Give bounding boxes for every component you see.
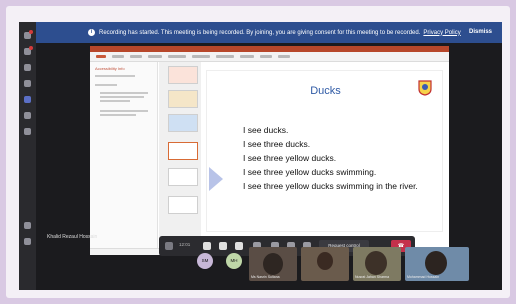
comment-line bbox=[100, 96, 144, 98]
school-logo-icon bbox=[418, 80, 432, 96]
slide-thumbnail[interactable] bbox=[168, 196, 198, 214]
calls-icon[interactable] bbox=[24, 112, 31, 119]
info-icon: i bbox=[88, 29, 95, 36]
comment-line bbox=[100, 114, 136, 116]
files-icon[interactable] bbox=[24, 128, 31, 135]
participant-name: Nusrat Jahan Sharma bbox=[355, 275, 390, 279]
participant-name: Mohammad Hossain bbox=[407, 275, 440, 279]
shared-screen: Accessibility Info Ducks I see ducks. I … bbox=[90, 46, 449, 255]
help-icon[interactable] bbox=[24, 238, 31, 245]
slide-title: Ducks bbox=[310, 85, 341, 97]
comments-pane: Accessibility Info bbox=[90, 62, 158, 255]
chat-badge bbox=[29, 46, 33, 50]
slide-text-line: I see three yellow ducks swimming in the… bbox=[243, 181, 418, 191]
comment-line bbox=[95, 84, 117, 86]
participant-avatar[interactable]: SM bbox=[197, 253, 213, 269]
slide-text-line: I see three ducks. bbox=[243, 139, 311, 149]
assignments-icon[interactable] bbox=[24, 80, 31, 87]
participant-video-tile[interactable]: Nusrat Jahan Sharma bbox=[353, 247, 401, 281]
slide-text-line: I see three yellow ducks swimming. bbox=[243, 167, 377, 177]
dismiss-button[interactable]: Dismiss bbox=[469, 29, 492, 35]
slide-thumbnails bbox=[159, 62, 201, 255]
calendar-icon[interactable] bbox=[24, 96, 31, 103]
participant-silhouette bbox=[263, 253, 283, 275]
slide-decoration-triangle bbox=[209, 167, 223, 191]
participant-video-tile[interactable] bbox=[301, 247, 349, 281]
participant-video-tile[interactable]: Ms Nasrin Sultana bbox=[249, 247, 297, 281]
ribbon-tab-help[interactable] bbox=[278, 55, 290, 58]
slide-text-line: I see three yellow ducks. bbox=[243, 153, 337, 163]
teams-meeting-window: i Recording has started. This meeting is… bbox=[19, 22, 502, 290]
slide-thumbnail-selected[interactable] bbox=[168, 142, 198, 160]
ribbon-tab-transitions[interactable] bbox=[168, 55, 186, 58]
share-screen-icon[interactable] bbox=[235, 242, 243, 250]
slide-thumbnail[interactable] bbox=[168, 168, 198, 186]
ribbon-tab-insert[interactable] bbox=[130, 55, 142, 58]
comment-line bbox=[100, 100, 130, 102]
participant-video-tile[interactable]: Mohammad Hossain bbox=[405, 247, 469, 281]
ribbon-tab-view[interactable] bbox=[260, 55, 272, 58]
slide-text-line: I see ducks. bbox=[243, 125, 289, 135]
microphone-icon[interactable] bbox=[219, 242, 227, 250]
ribbon-tab-slideshow[interactable] bbox=[216, 55, 234, 58]
camera-icon[interactable] bbox=[203, 242, 211, 250]
comment-line bbox=[95, 75, 135, 77]
recording-banner-text: Recording has started. This meeting is b… bbox=[99, 29, 421, 36]
participant-silhouette bbox=[317, 252, 333, 270]
comment-line bbox=[100, 110, 148, 112]
app-rail bbox=[19, 22, 36, 290]
ribbon-tab-review[interactable] bbox=[240, 55, 254, 58]
ribbon-tab-home[interactable] bbox=[112, 55, 124, 58]
ribbon-tab-animations[interactable] bbox=[192, 55, 210, 58]
slide-thumbnail[interactable] bbox=[168, 114, 198, 132]
participant-avatar[interactable]: MH bbox=[226, 253, 242, 269]
activity-badge bbox=[29, 30, 33, 34]
participants-icon[interactable] bbox=[165, 242, 173, 250]
apps-icon[interactable] bbox=[24, 222, 31, 229]
slide-thumbnail[interactable] bbox=[168, 90, 198, 108]
teams-icon[interactable] bbox=[24, 64, 31, 71]
participant-silhouette bbox=[425, 251, 447, 275]
comments-pane-heading: Accessibility Info bbox=[95, 66, 125, 71]
call-timer: 12:01 bbox=[179, 242, 191, 247]
recording-banner: i Recording has started. This meeting is… bbox=[36, 22, 502, 43]
ribbon-tab-file[interactable] bbox=[96, 55, 106, 58]
participant-silhouette bbox=[365, 251, 387, 275]
comment-line bbox=[100, 92, 148, 94]
slide-thumbnail[interactable] bbox=[168, 66, 198, 84]
ribbon-tab-design[interactable] bbox=[148, 55, 162, 58]
presenter-name: Khalid Rezaul Hossain bbox=[47, 234, 98, 240]
slide-canvas: Ducks I see ducks. I see three ducks. I … bbox=[206, 70, 443, 232]
participant-name: Ms Nasrin Sultana bbox=[251, 275, 280, 279]
privacy-policy-link[interactable]: Privacy Policy bbox=[423, 30, 460, 36]
powerpoint-ribbon bbox=[90, 52, 449, 62]
